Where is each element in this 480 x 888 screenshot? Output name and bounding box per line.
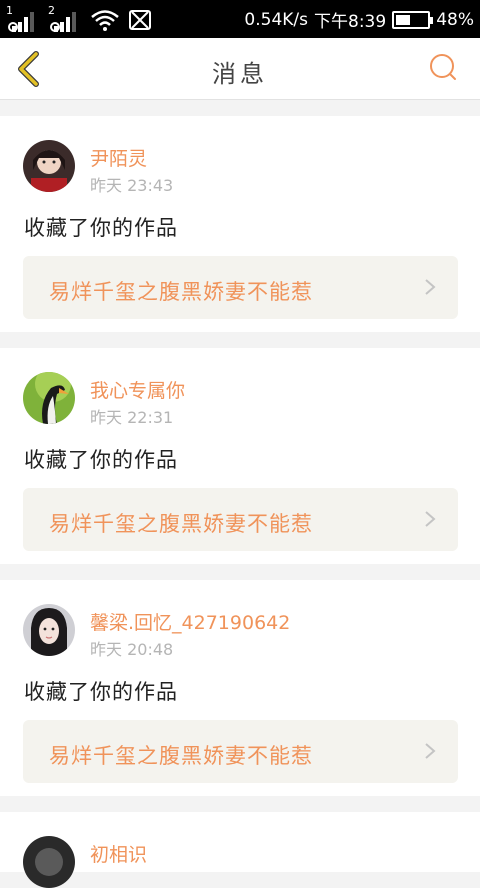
sim2-signal-icon: 2 bbox=[48, 4, 82, 32]
message-text: 收藏了你的作品 bbox=[24, 216, 178, 240]
search-icon[interactable] bbox=[428, 52, 458, 82]
chevron-right-icon bbox=[425, 511, 436, 527]
work-link[interactable]: 易烊千玺之腹黑娇妻不能惹 bbox=[23, 256, 458, 319]
message-card: 我心专属你 昨天 22:31 收藏了你的作品 易烊千玺之腹黑娇妻不能惹 bbox=[0, 348, 480, 564]
message-text: 收藏了你的作品 bbox=[24, 448, 178, 472]
wifi-icon bbox=[91, 10, 119, 31]
username[interactable]: 尹陌灵 bbox=[90, 144, 147, 171]
username[interactable]: 馨梁.回忆_427190642 bbox=[90, 608, 290, 635]
message-time: 昨天 20:48 bbox=[90, 640, 174, 659]
username[interactable]: 我心专属你 bbox=[90, 376, 185, 403]
message-card: 初相识 bbox=[0, 812, 480, 888]
page-title: 消息 bbox=[212, 60, 268, 88]
message-card: 尹陌灵 昨天 23:43 收藏了你的作品 易烊千玺之腹黑娇妻不能惹 bbox=[0, 116, 480, 332]
avatar[interactable] bbox=[23, 604, 75, 656]
battery-icon bbox=[392, 10, 434, 29]
avatar[interactable] bbox=[23, 372, 75, 424]
avatar[interactable] bbox=[23, 140, 75, 192]
work-title: 易烊千玺之腹黑娇妻不能惹 bbox=[49, 512, 313, 536]
message-time: 昨天 23:43 bbox=[90, 176, 174, 195]
avatar[interactable] bbox=[23, 836, 75, 888]
app-header: 消息 bbox=[0, 38, 480, 100]
chevron-right-icon bbox=[425, 743, 436, 759]
message-list: 尹陌灵 昨天 23:43 收藏了你的作品 易烊千玺之腹黑娇妻不能惹 我心专属你 … bbox=[0, 116, 480, 888]
work-title: 易烊千玺之腹黑娇妻不能惹 bbox=[49, 744, 313, 768]
message-text: 收藏了你的作品 bbox=[24, 680, 178, 704]
message-card: 馨梁.回忆_427190642 昨天 20:48 收藏了你的作品 易烊千玺之腹黑… bbox=[0, 580, 480, 796]
work-link[interactable]: 易烊千玺之腹黑娇妻不能惹 bbox=[23, 720, 458, 783]
message-time: 昨天 22:31 bbox=[90, 408, 174, 427]
no-notifications-icon bbox=[129, 10, 151, 30]
sim1-signal-icon: 1 bbox=[6, 4, 40, 32]
battery-percent: 48% bbox=[436, 9, 474, 30]
work-title: 易烊千玺之腹黑娇妻不能惹 bbox=[49, 280, 313, 304]
work-link[interactable]: 易烊千玺之腹黑娇妻不能惹 bbox=[23, 488, 458, 551]
clock: 下午8:39 bbox=[314, 12, 387, 32]
chevron-right-icon bbox=[425, 279, 436, 295]
net-speed: 0.54K/s bbox=[244, 9, 309, 30]
status-bar: 1 2 0.54K/s 下午8:39 48% bbox=[0, 0, 480, 38]
